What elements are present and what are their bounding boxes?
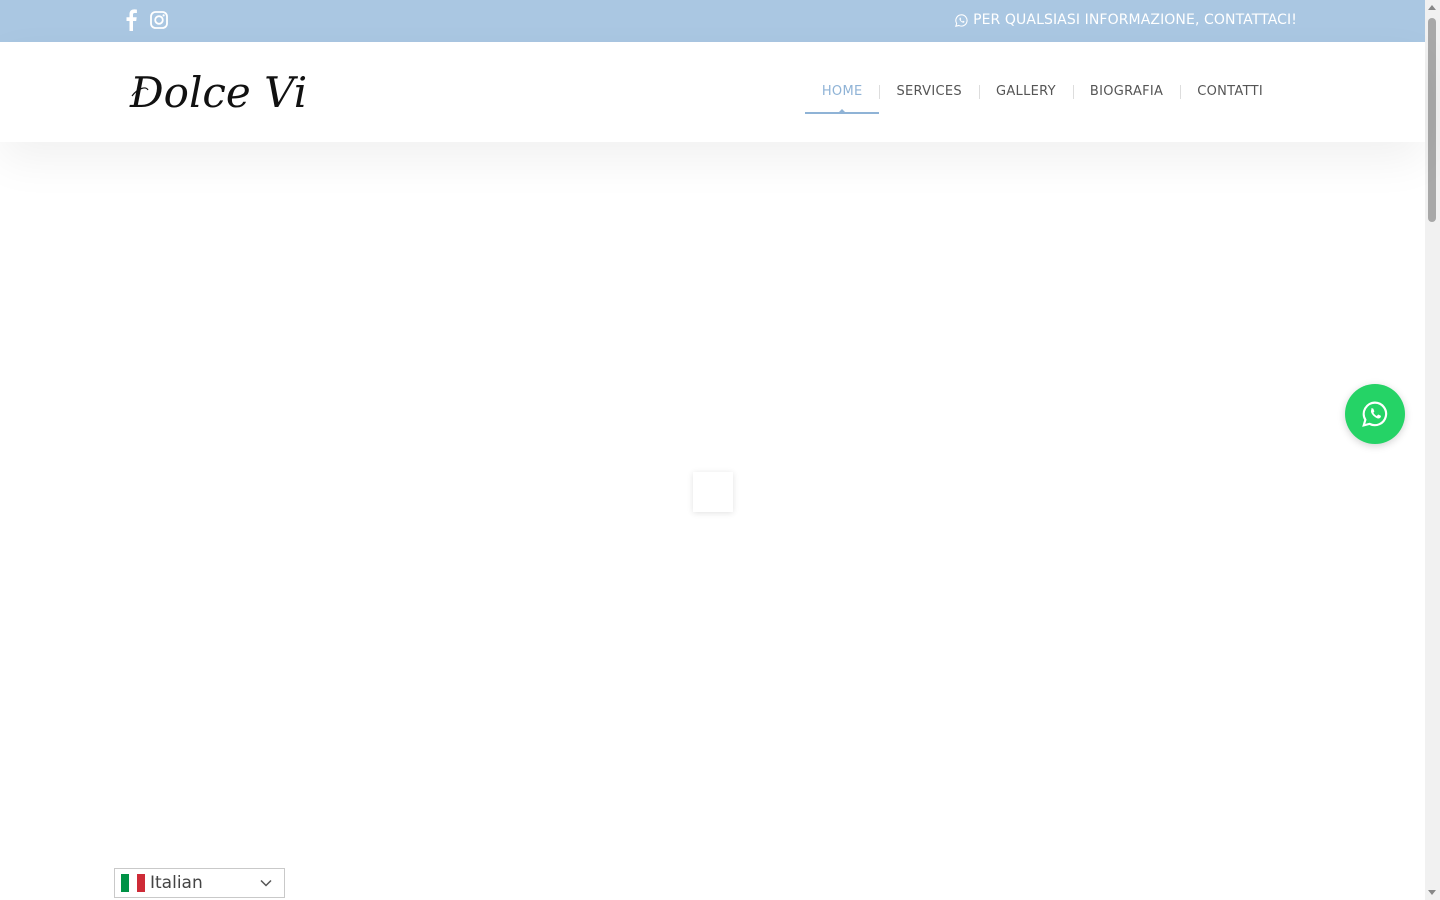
- logo-text: Dolce Vita: [129, 68, 308, 117]
- site-header: Dolce Vita HOME SERVICES GALLERY BIOGRAF…: [0, 42, 1425, 142]
- nav-home-label: HOME: [821, 84, 863, 99]
- whatsapp-icon: [1362, 401, 1388, 427]
- contact-text: PER QUALSIASI INFORMAZIONE, CONTATTACI!: [973, 12, 1297, 28]
- language-label: Italian: [150, 873, 203, 893]
- nav-gallery-label: GALLERY: [995, 84, 1056, 99]
- nav-contatti[interactable]: CONTATTI: [1180, 80, 1280, 103]
- facebook-icon[interactable]: [122, 9, 140, 31]
- nav-contatti-label: CONTATTI: [1197, 84, 1263, 99]
- chevron-down-icon: [260, 879, 272, 887]
- nav-home[interactable]: HOME: [804, 80, 880, 114]
- vertical-scrollbar[interactable]: [1425, 0, 1440, 900]
- nav-biografia-label: BIOGRAFIA: [1089, 84, 1164, 99]
- instagram-icon[interactable]: [150, 9, 168, 31]
- nav-biografia[interactable]: BIOGRAFIA: [1072, 80, 1180, 103]
- page: PER QUALSIASI INFORMAZIONE, CONTATTACI! …: [0, 0, 1440, 900]
- scroll-up-arrow[interactable]: [1428, 5, 1436, 10]
- top-bar: PER QUALSIASI INFORMAZIONE, CONTATTACI!: [0, 0, 1425, 42]
- language-selector[interactable]: Italian: [114, 868, 285, 898]
- nav-services-label: SERVICES: [896, 84, 962, 99]
- scroll-down-arrow[interactable]: [1428, 890, 1436, 895]
- whatsapp-icon: [955, 13, 968, 27]
- whatsapp-chat-button[interactable]: [1345, 384, 1405, 444]
- main-nav: HOME SERVICES GALLERY BIOGRAFIA CONTATTI: [804, 80, 1280, 114]
- italy-flag-icon: [121, 874, 145, 892]
- page-loader: [693, 472, 733, 512]
- social-links: [122, 9, 168, 31]
- contact-info-link[interactable]: PER QUALSIASI INFORMAZIONE, CONTATTACI!: [955, 12, 1297, 28]
- logo[interactable]: Dolce Vita: [128, 64, 308, 120]
- nav-services[interactable]: SERVICES: [879, 80, 978, 103]
- scroll-thumb[interactable]: [1428, 18, 1436, 222]
- nav-gallery[interactable]: GALLERY: [978, 80, 1073, 103]
- active-caret: [838, 109, 847, 113]
